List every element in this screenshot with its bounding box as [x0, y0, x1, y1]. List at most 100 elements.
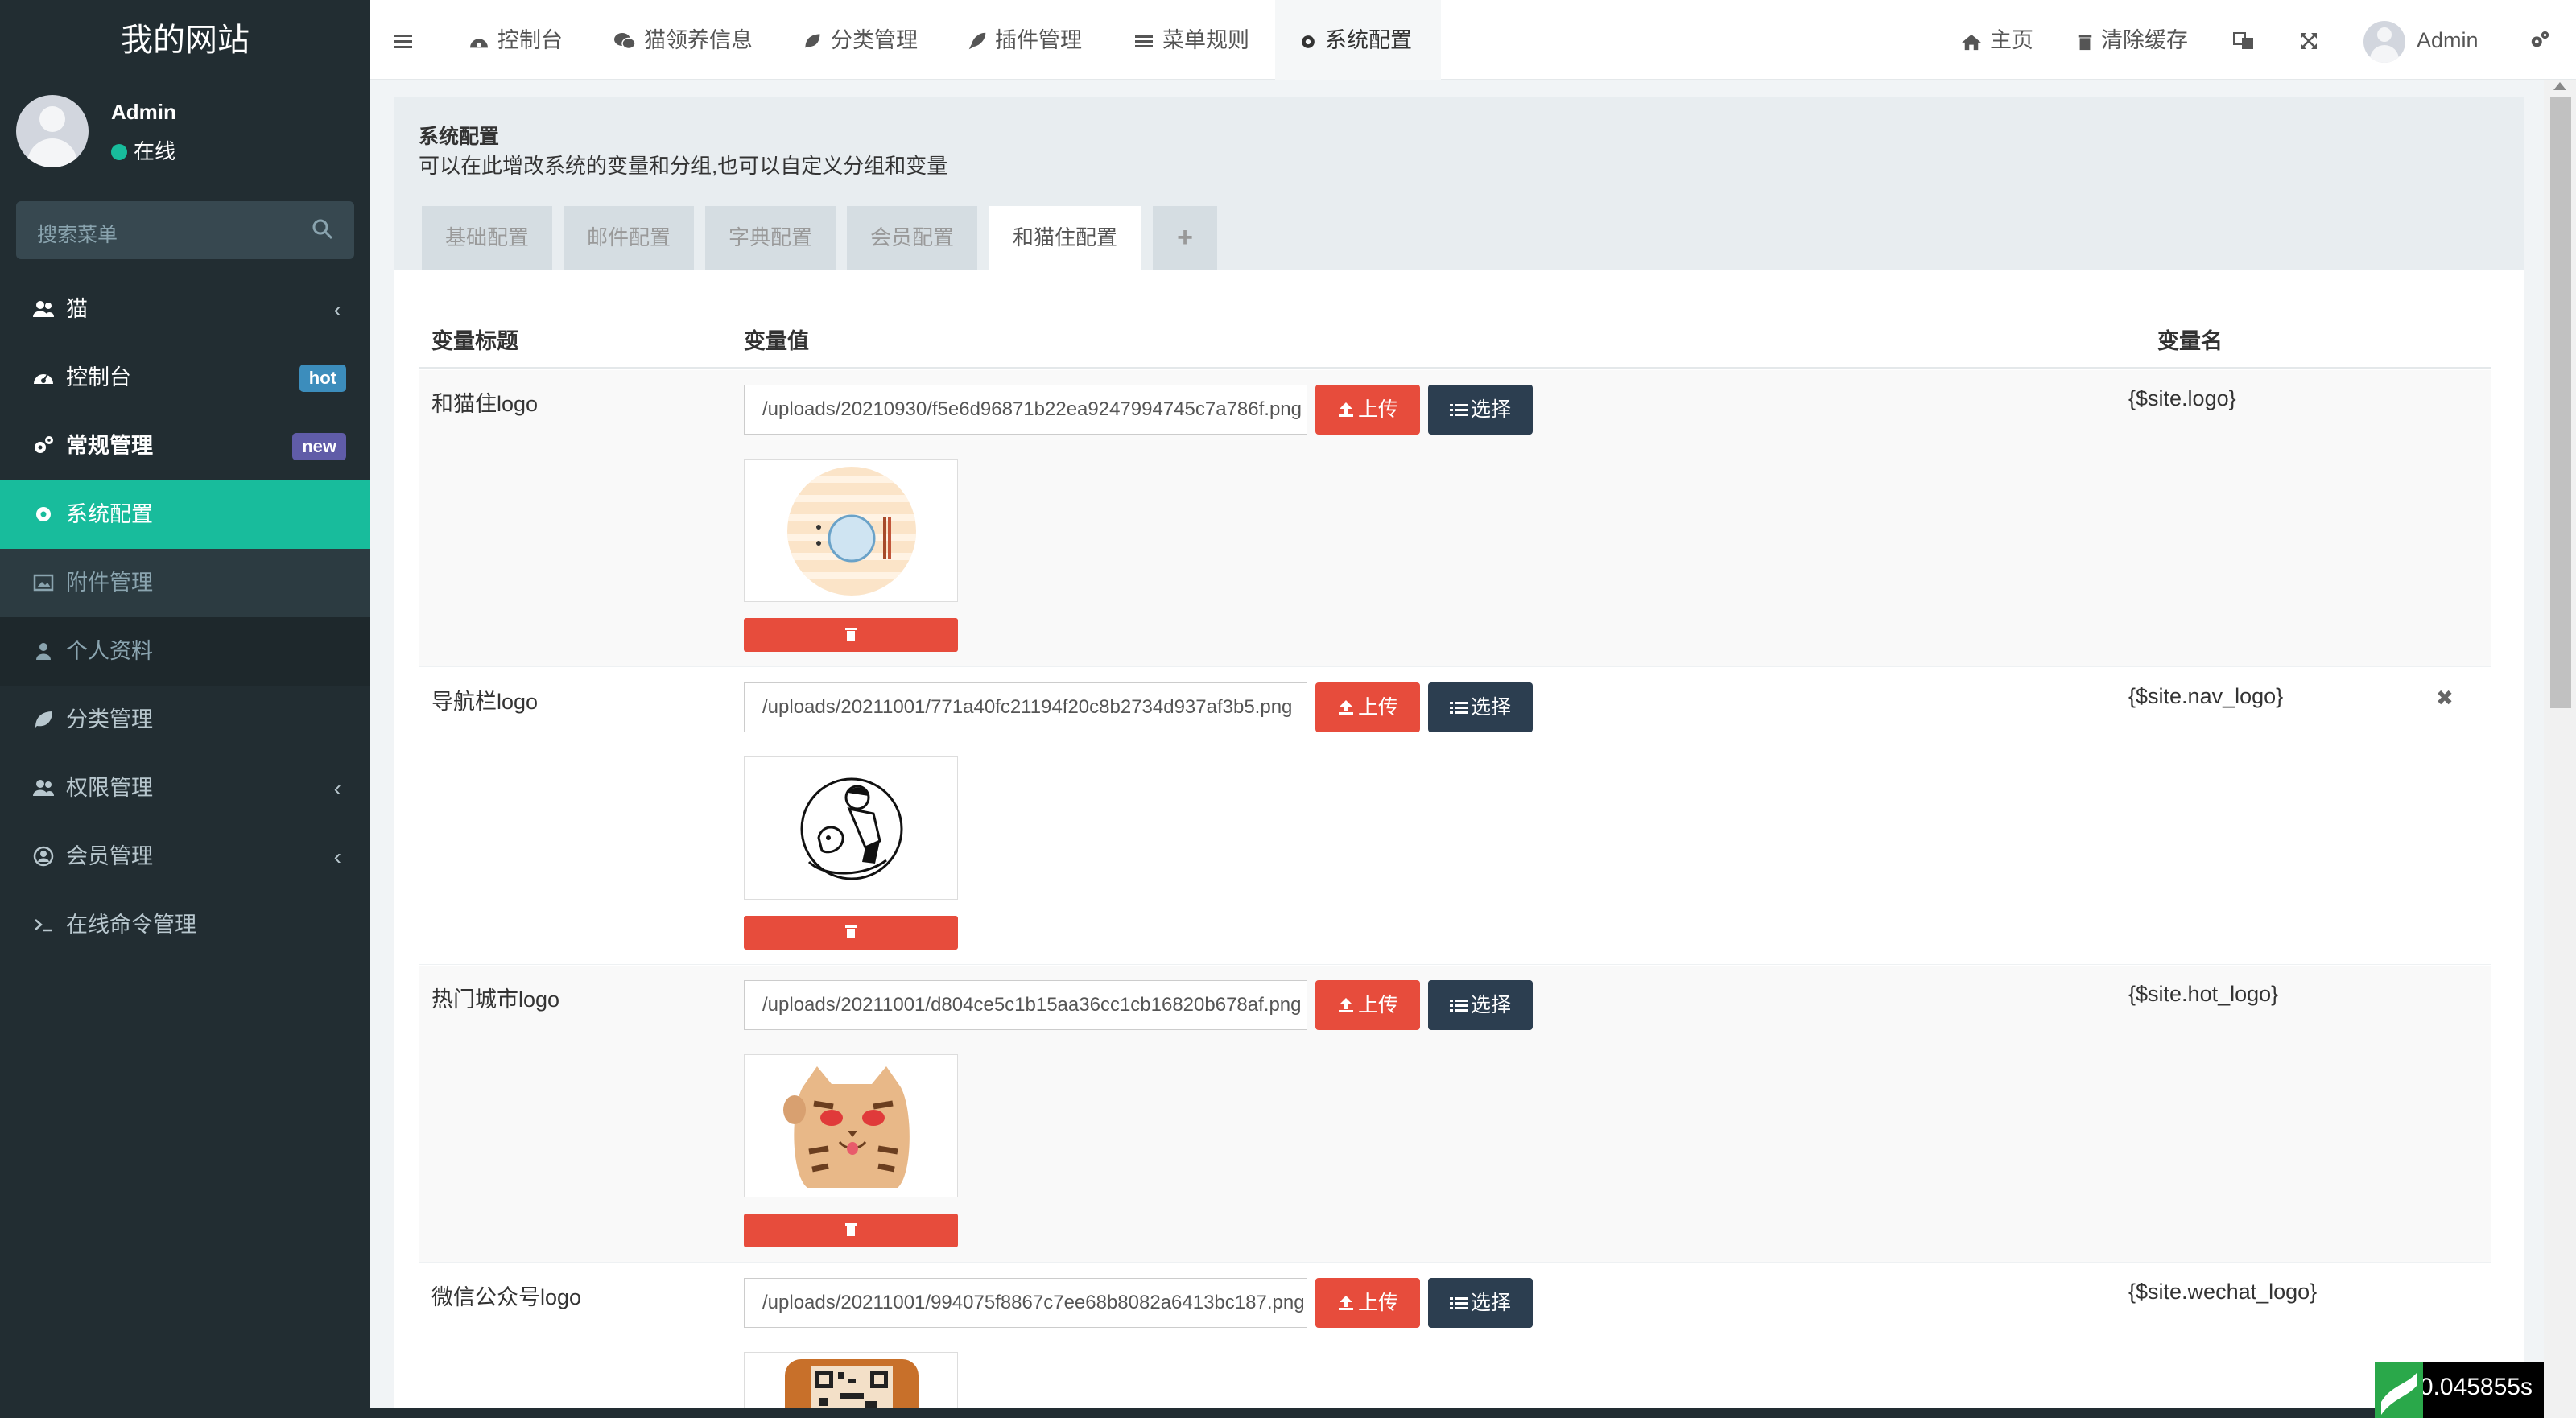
leaf-icon [805, 34, 820, 48]
chevron-left-icon: ‹ [333, 776, 341, 801]
nav-translate[interactable] [2233, 0, 2262, 80]
terminal-icon [35, 919, 52, 932]
content-area: 系统配置 可以在此增改系统的变量和分组,也可以自定义分组和变量 基础配置 邮件配… [370, 80, 2544, 1418]
sidebar-item-system-config[interactable]: 系统配置 [0, 480, 370, 549]
wechat-icon [614, 33, 636, 50]
sidebar-item-attachment[interactable]: 附件管理 [0, 549, 370, 617]
upload-button[interactable]: 上传 [1315, 385, 1420, 435]
page-scrollbar[interactable] [2544, 80, 2576, 1418]
fullscreen-icon [2301, 33, 2317, 49]
tab-cat-adoption[interactable]: 猫领养信息 [613, 0, 753, 80]
nav-fullscreen[interactable] [2299, 0, 2326, 80]
row-title: 微信公众号logo [431, 1285, 582, 1309]
group-icon [33, 780, 54, 796]
sidebar-item-permission[interactable]: 权限管理 ‹ [0, 754, 370, 822]
delete-image-button[interactable] [744, 1214, 958, 1247]
nav-home[interactable]: 主页 [1961, 0, 2033, 80]
tab-system-config[interactable]: 系统配置 [1275, 0, 1441, 80]
chevron-left-icon: ‹ [333, 297, 341, 322]
search-input[interactable]: 搜索菜单 [37, 219, 118, 248]
nav-settings[interactable] [2528, 0, 2560, 80]
tab-email[interactable]: 邮件配置 [564, 206, 694, 270]
users-icon [33, 301, 54, 317]
sidebar-item-command[interactable]: 在线命令管理 [0, 891, 370, 959]
search-icon[interactable] [311, 217, 335, 241]
nav-clear-cache[interactable]: 清除缓存 [2077, 0, 2188, 80]
sidebar-item-member[interactable]: 会员管理 ‹ [0, 822, 370, 891]
variable-name: {$site.nav_logo} [2128, 684, 2284, 708]
trace-logo-icon[interactable] [2375, 1362, 2423, 1418]
tab-menu-rule[interactable]: 菜单规则 [1135, 0, 1249, 80]
table-header: 变量标题 变量值 变量名 [419, 312, 2491, 369]
sidebar-item-profile[interactable]: 个人资料 [0, 617, 370, 686]
logo-preview-image [744, 1054, 958, 1197]
brand-logo[interactable]: 我的网站 [0, 0, 370, 80]
delete-image-button[interactable] [744, 916, 958, 950]
scroll-up-arrow-icon[interactable] [2553, 82, 2566, 90]
top-navbar: 控制台 猫领养信息 分类管理 插件管理 菜单规则 系统配置 主页 清除缓存 Ad… [370, 0, 2576, 80]
select-button[interactable]: 选择 [1428, 682, 1533, 732]
select-button[interactable]: 选择 [1428, 385, 1533, 435]
chevron-left-icon: ‹ [333, 844, 341, 869]
nav-user-menu[interactable]: Admin [2363, 0, 2479, 80]
online-dot-icon [111, 144, 127, 160]
cogs-icon [35, 436, 53, 453]
variable-name: {$site.logo} [2128, 386, 2236, 410]
gear-icon [36, 507, 51, 521]
logo-preview-image [744, 459, 958, 602]
user-icon [36, 643, 51, 660]
tab-dashboard[interactable]: 控制台 [469, 0, 563, 80]
tab-basic[interactable]: 基础配置 [422, 206, 552, 270]
trash-icon [845, 925, 857, 938]
sidebar-search[interactable]: 搜索菜单 [16, 201, 354, 259]
user-status: 在线 [111, 135, 175, 165]
tab-plugin[interactable]: 插件管理 [968, 0, 1082, 80]
upload-button[interactable]: 上传 [1315, 682, 1420, 732]
avatar [2363, 20, 2405, 63]
sidebar-item-category[interactable]: 分类管理 [0, 686, 370, 754]
row-title: 热门城市logo [431, 987, 560, 1012]
value-input[interactable]: /uploads/20211001/771a40fc21194f20c8b273… [744, 682, 1307, 732]
upload-icon [1338, 1296, 1353, 1310]
delete-image-button[interactable] [744, 618, 958, 652]
trash-icon [2078, 35, 2092, 51]
tab-member[interactable]: 会员配置 [847, 206, 977, 270]
translate-icon [2233, 32, 2253, 49]
add-group-button[interactable]: + [1153, 206, 1217, 270]
trash-icon [845, 1223, 857, 1236]
page-title: 系统配置 [419, 126, 500, 148]
tab-dictionary[interactable]: 字典配置 [705, 206, 836, 270]
sidebar-item-cat[interactable]: 猫 ‹ [0, 275, 370, 344]
sidebar-item-dashboard[interactable]: 控制台 hot [0, 344, 370, 412]
tab-category[interactable]: 分类管理 [802, 0, 918, 80]
list-icon [1449, 1000, 1468, 1012]
user-circle-icon [33, 846, 54, 867]
table-row: 热门城市logo /uploads/20211001/d804ce5c1b15a… [419, 966, 2491, 1263]
table-row: 导航栏logo /uploads/20211001/771a40fc21194f… [419, 668, 2491, 965]
upload-button[interactable]: 上传 [1315, 1278, 1420, 1328]
scrollbar-thumb[interactable] [2550, 97, 2571, 708]
avatar [16, 95, 89, 167]
row-title: 导航栏logo [431, 690, 539, 714]
sidebar-item-general[interactable]: 常规管理 new [0, 412, 370, 480]
delete-row-icon[interactable]: ✖ [2436, 686, 2454, 711]
list-icon [1449, 1297, 1468, 1309]
badge-hot: hot [299, 365, 346, 392]
table-row: 微信公众号logo /uploads/20211001/994075f8867c… [419, 1263, 2491, 1418]
value-input[interactable]: /uploads/20210930/f5e6d96871b22ea9247994… [744, 385, 1307, 435]
upload-button[interactable]: 上传 [1315, 980, 1420, 1030]
row-title: 和猫住logo [431, 392, 539, 416]
value-input[interactable]: /uploads/20211001/994075f8867c7ee68b8082… [744, 1278, 1307, 1328]
tab-cat-config[interactable]: 和猫住配置 [989, 206, 1141, 270]
upload-icon [1338, 700, 1353, 715]
sidebar: 我的网站 Admin 在线 搜索菜单 猫 ‹ 控制台 hot 常规管理 new 系统配… [0, 0, 370, 1418]
select-button[interactable]: 选择 [1428, 980, 1533, 1030]
select-button[interactable]: 选择 [1428, 1278, 1533, 1328]
sidebar-toggle[interactable] [394, 0, 422, 80]
header-title: 变量标题 [431, 329, 518, 353]
list-icon [1449, 702, 1468, 714]
rocket-icon [968, 32, 986, 50]
cogs-icon [2531, 31, 2549, 47]
logo-preview-image [744, 756, 958, 900]
value-input[interactable]: /uploads/20211001/d804ce5c1b15aa36cc1cb1… [744, 980, 1307, 1030]
